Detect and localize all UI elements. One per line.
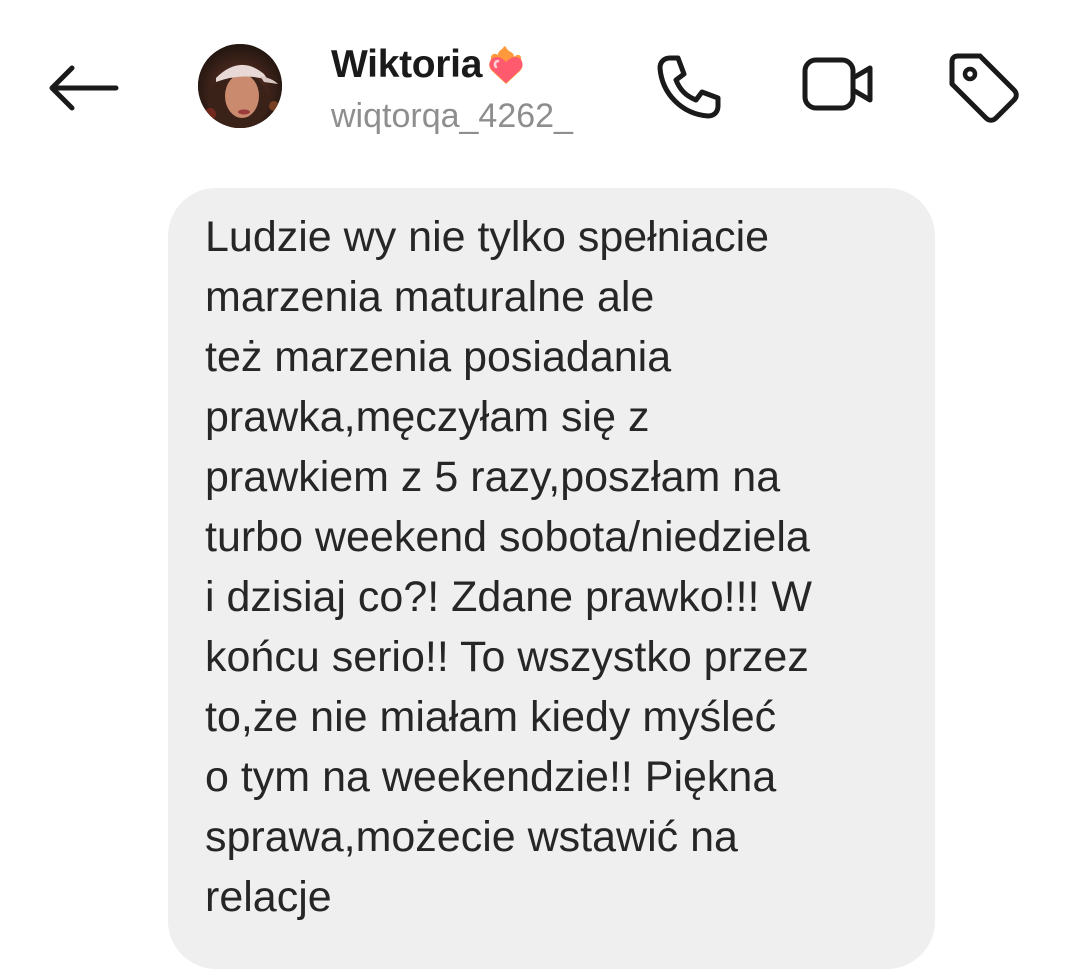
video-call-button[interactable]	[798, 48, 878, 128]
contact-name: Wiktoria	[331, 43, 483, 86]
contact-username: wiqtorqa_4262_	[331, 97, 573, 135]
message-line: prawka,męczyłam się z	[205, 393, 650, 441]
contact-title[interactable]: Wiktoria wiqtorqa_4262_	[331, 40, 631, 138]
message-line: Ludzie wy nie tylko spełniacie	[205, 213, 770, 261]
video-camera-icon	[802, 57, 873, 111]
message-line: relacje	[205, 873, 332, 921]
message-line: turbo weekend sobota/niedziela	[205, 513, 810, 561]
message-bubble[interactable]: Ludzie wy nie tylko spełniacie marzenia …	[168, 188, 935, 969]
avatar-image	[198, 44, 282, 128]
dm-conversation-screen: Wiktoria wiqtorqa_4262_ Ludzie wy nie ty…	[0, 0, 1080, 969]
message-line: to,że nie miałam kiedy myśleć	[205, 693, 777, 741]
chat-header: Wiktoria wiqtorqa_4262_	[0, 0, 1080, 170]
message-line: prawkiem z 5 razy,poszłam na	[205, 453, 781, 501]
message-line: o tym na weekendzie!! Piękna	[205, 753, 777, 801]
phone-icon	[657, 55, 721, 119]
message-line: sprawa,możecie wstawić na	[205, 813, 738, 861]
burning-heart-icon	[484, 43, 528, 87]
message-line: końcu serio!! To wszystko przez	[205, 633, 809, 681]
call-button[interactable]	[648, 48, 728, 128]
tag-icon	[949, 53, 1019, 123]
message-line: i dzisiaj co?! Zdane prawko!!! W	[205, 573, 813, 621]
arrow-left-icon	[49, 65, 119, 111]
message-text: Ludzie wy nie tylko spełniacie marzenia …	[205, 207, 905, 927]
back-button[interactable]	[44, 58, 124, 118]
message-line: marzenia maturalne ale	[205, 273, 655, 321]
profile-avatar[interactable]	[198, 44, 282, 128]
tag-button[interactable]	[944, 48, 1024, 128]
contact-name-row: Wiktoria	[331, 40, 631, 90]
message-line: też marzenia posiadania	[205, 333, 672, 381]
